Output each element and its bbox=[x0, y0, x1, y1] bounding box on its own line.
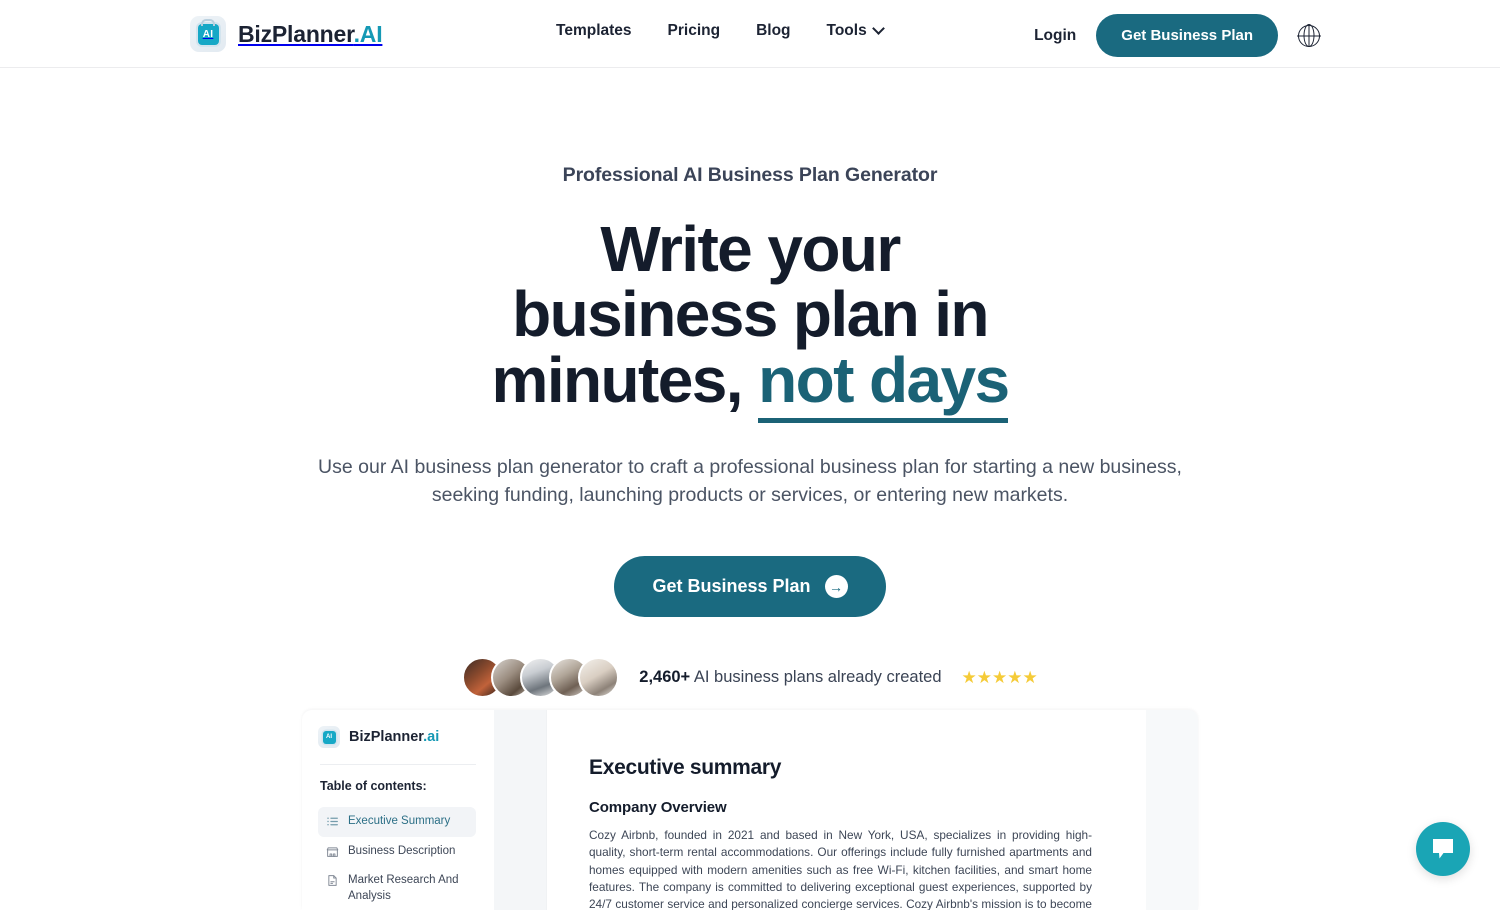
brand-suffix: .AI bbox=[354, 21, 383, 47]
hero-get-business-plan-button[interactable]: Get Business Plan → bbox=[614, 556, 885, 617]
toc-item-label: Market Research And Analysis bbox=[348, 873, 468, 904]
arrow-right-icon: → bbox=[825, 575, 848, 598]
preview-gutter bbox=[494, 710, 546, 910]
plans-created-label: AI business plans already created bbox=[690, 668, 941, 686]
toc-item-business-description[interactable]: Business Description bbox=[318, 837, 476, 867]
plans-created-count: 2,460+ bbox=[639, 668, 690, 686]
preview-brand-name: BizPlanner.ai bbox=[349, 729, 439, 745]
hero-cta-container: Get Business Plan → bbox=[0, 556, 1500, 617]
heading-line-1: Write your bbox=[0, 217, 1500, 282]
document-icon bbox=[326, 874, 339, 887]
building-icon bbox=[326, 845, 339, 858]
login-link[interactable]: Login bbox=[1034, 27, 1076, 45]
preview-brand-suffix: .ai bbox=[423, 729, 439, 745]
document-subtitle: Company Overview bbox=[589, 799, 1092, 816]
chat-widget-button[interactable] bbox=[1416, 822, 1470, 876]
document-preview: AI BizPlanner.ai Table of contents: Exec… bbox=[302, 710, 1198, 910]
avatar-group bbox=[462, 657, 619, 698]
nav-item-tools[interactable]: Tools bbox=[827, 22, 883, 40]
heading-accent-link[interactable]: not days bbox=[758, 344, 1008, 423]
nav-label: Pricing bbox=[668, 22, 721, 40]
preview-sidebar: AI BizPlanner.ai Table of contents: Exec… bbox=[302, 710, 494, 910]
page-title: Write your business plan in minutes, not… bbox=[0, 217, 1500, 413]
brand-name: BizPlanner.AI bbox=[238, 21, 382, 48]
hero-eyebrow: Professional AI Business Plan Generator bbox=[0, 164, 1500, 187]
chat-bubble-icon bbox=[1430, 837, 1456, 861]
globe-icon[interactable] bbox=[1298, 25, 1320, 47]
document-title: Executive summary bbox=[589, 756, 1092, 780]
toc-item-label: Executive Summary bbox=[348, 814, 450, 830]
ai-chip-briefcase-icon: AI bbox=[190, 16, 226, 52]
toc-item-executive-summary[interactable]: Executive Summary bbox=[318, 807, 476, 837]
document-body: Cozy Airbnb, founded in 2021 and based i… bbox=[589, 827, 1092, 910]
main-navigation: Templates Pricing Blog Tools bbox=[556, 22, 883, 40]
nav-item-templates[interactable]: Templates bbox=[556, 22, 632, 40]
divider bbox=[320, 764, 476, 765]
nav-label: Tools bbox=[827, 22, 867, 40]
brand-logo[interactable]: AI BizPlanner.AI bbox=[190, 16, 382, 52]
preview-document-page: Executive summary Company Overview Cozy … bbox=[546, 710, 1146, 910]
preview-right-rail bbox=[1146, 710, 1198, 910]
chevron-down-icon bbox=[872, 22, 885, 35]
toc-title: Table of contents: bbox=[320, 779, 476, 793]
social-proof-text: 2,460+ AI business plans already created bbox=[639, 668, 941, 687]
heading-line-3-prefix: minutes, bbox=[492, 344, 759, 416]
header-actions: Login Get Business Plan bbox=[1034, 14, 1320, 57]
nav-label: Blog bbox=[756, 22, 790, 40]
hero-cta-label: Get Business Plan bbox=[652, 576, 810, 597]
avatar bbox=[578, 657, 619, 698]
heading-line-2: business plan in bbox=[0, 282, 1500, 347]
social-proof: 2,460+ AI business plans already created… bbox=[0, 657, 1500, 698]
nav-label: Templates bbox=[556, 22, 632, 40]
preview-brand: AI BizPlanner.ai bbox=[318, 726, 476, 748]
list-icon bbox=[326, 815, 339, 828]
preview-chip-label: AI bbox=[323, 731, 336, 744]
toc-item-label: Business Description bbox=[348, 844, 455, 860]
brand-chip-label: AI bbox=[198, 24, 219, 45]
hero-section: Professional AI Business Plan Generator … bbox=[0, 68, 1500, 698]
heading-line-3: minutes, not days bbox=[0, 348, 1500, 413]
header-get-business-plan-button[interactable]: Get Business Plan bbox=[1096, 14, 1278, 57]
site-header: AI BizPlanner.AI Templates Pricing Blog … bbox=[0, 0, 1500, 68]
ai-chip-briefcase-icon: AI bbox=[318, 726, 340, 748]
hero-subtitle: Use our AI business plan generator to cr… bbox=[300, 453, 1200, 510]
nav-item-pricing[interactable]: Pricing bbox=[668, 22, 721, 40]
toc-item-market-research-and-analysis[interactable]: Market Research And Analysis bbox=[318, 866, 476, 910]
nav-item-blog[interactable]: Blog bbox=[756, 22, 790, 40]
rating-stars: ★★★★★ bbox=[962, 668, 1038, 688]
